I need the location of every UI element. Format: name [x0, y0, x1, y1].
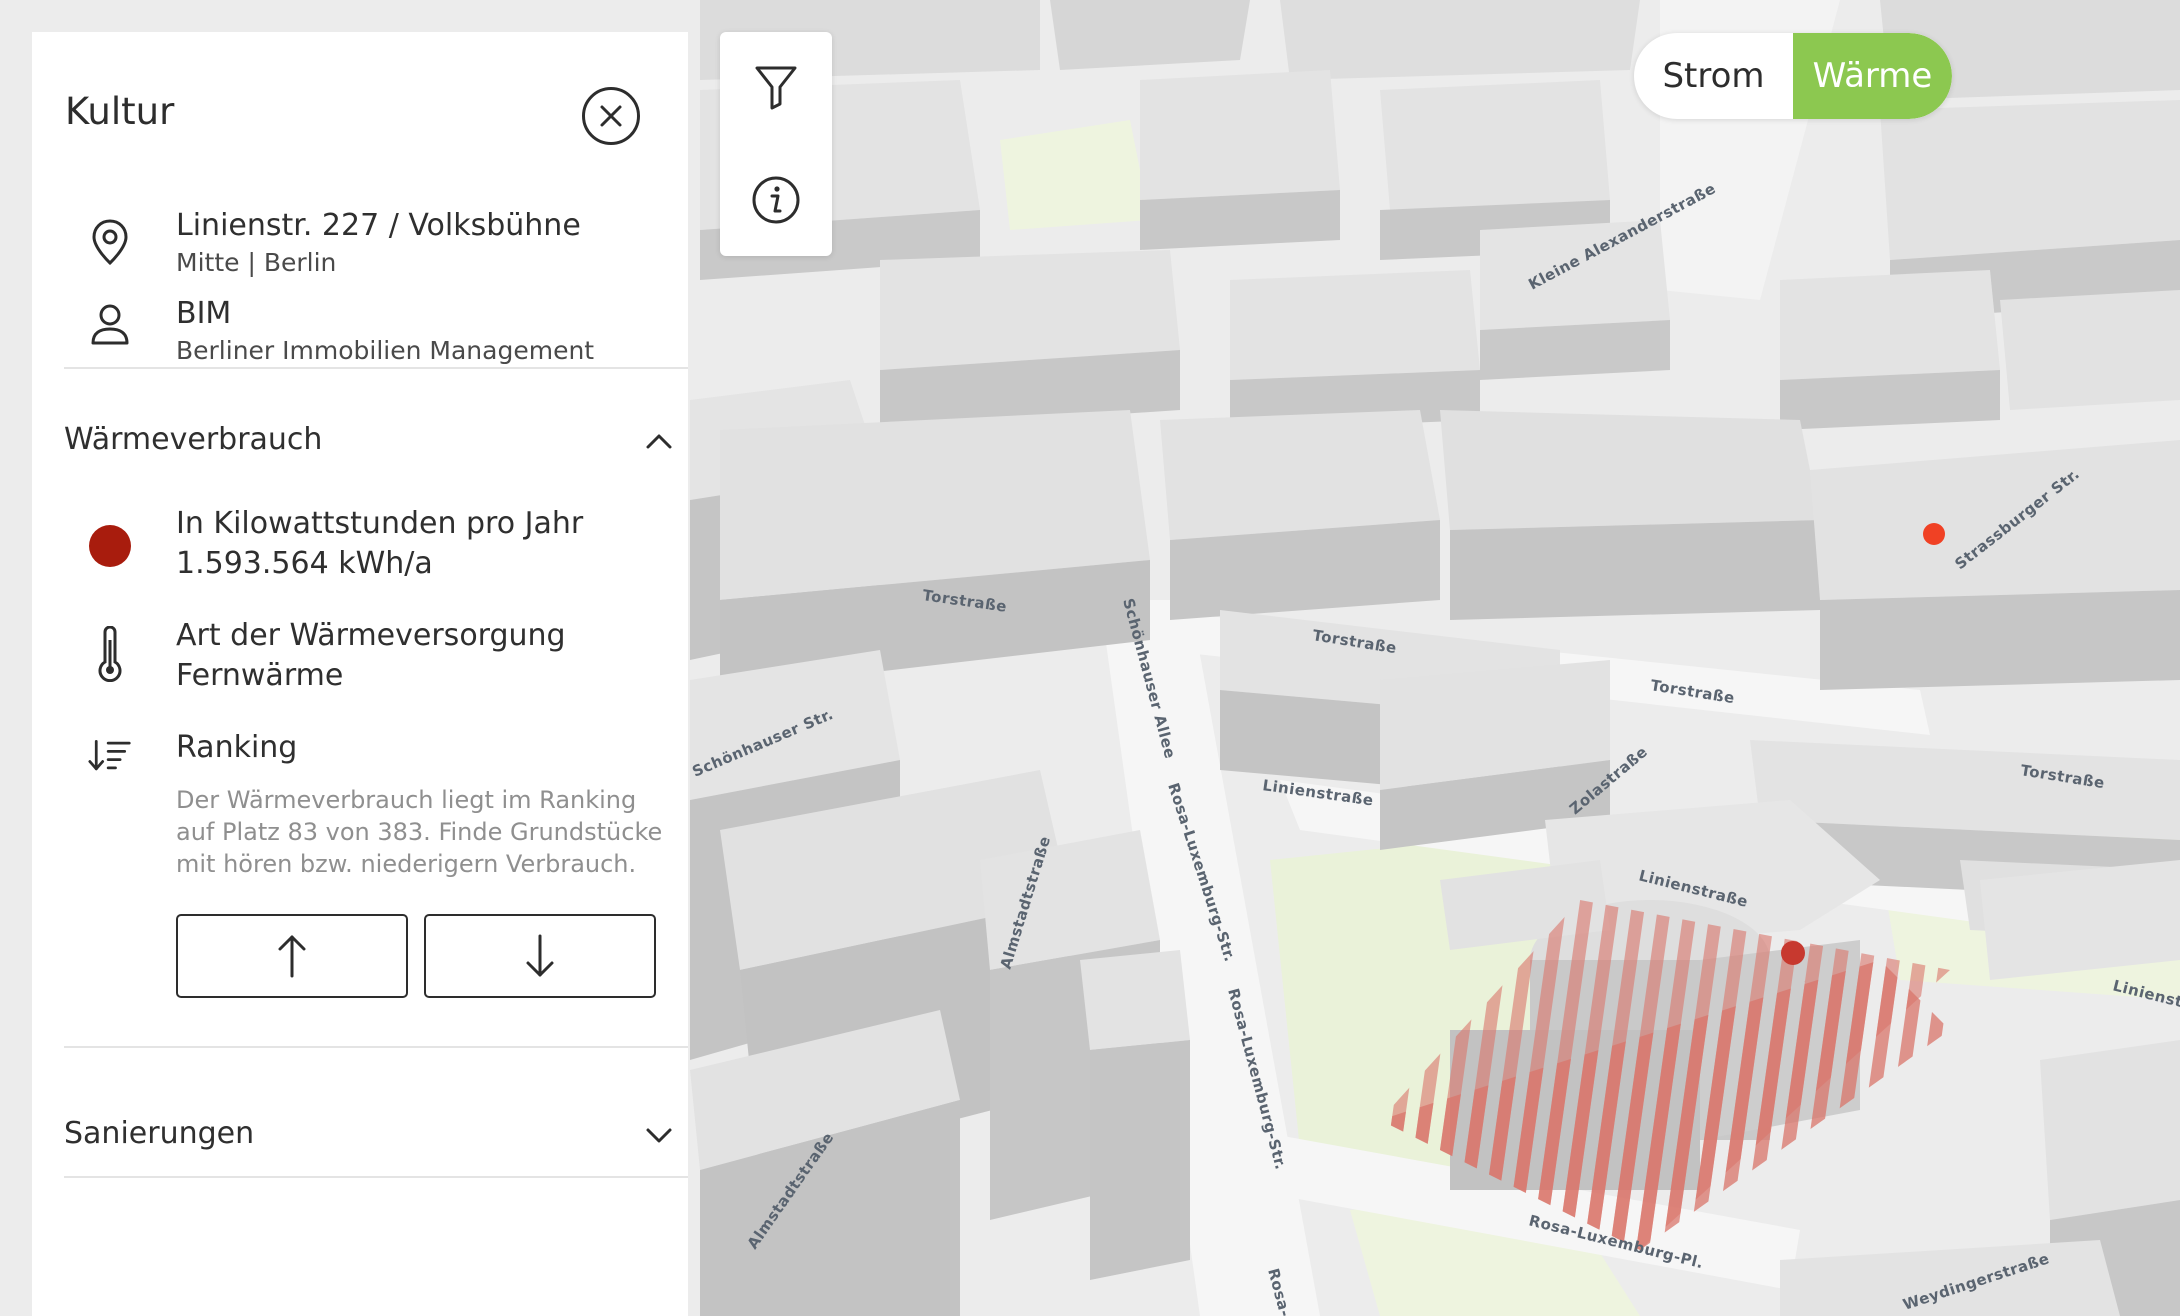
renovation-section-title: Sanierungen	[64, 1116, 255, 1151]
rank-lower-button[interactable]	[424, 914, 656, 998]
ranking-label: Ranking	[176, 730, 298, 765]
owner-row: BIM Berliner Immobilien Management	[32, 264, 688, 365]
person-icon	[88, 300, 132, 348]
toggle-strom[interactable]: Strom	[1634, 33, 1793, 119]
energy-type-toggle: Strom Wärme	[1634, 33, 1952, 119]
consumption-value: 1.593.564 kWh/a	[176, 546, 433, 581]
ranking-row: Ranking Der Wärmeverbrauch liegt im Rank…	[32, 716, 688, 906]
close-button[interactable]	[582, 87, 640, 145]
filter-button[interactable]	[720, 32, 832, 144]
details-panel: Kultur Linienstr. 227 / Volksbühne Mitte…	[32, 32, 688, 1316]
location-pin-icon	[88, 218, 132, 266]
consumption-label: In Kilowattstunden pro Jahr	[176, 506, 584, 541]
map-tools	[720, 32, 832, 256]
owner-short: BIM	[176, 296, 232, 331]
consumption-indicator	[89, 525, 131, 567]
consumption-row: In Kilowattstunden pro Jahr 1.593.564 kW…	[32, 492, 688, 602]
supply-row: Art der Wärmeversorgung Fernwärme	[32, 604, 688, 714]
chevron-up-icon	[646, 434, 672, 449]
thermometer-icon	[88, 626, 132, 682]
info-icon	[752, 176, 800, 224]
selected-map-marker[interactable]	[1781, 941, 1805, 965]
arrow-down-icon	[526, 934, 554, 977]
owner-full: Berliner Immobilien Management	[176, 336, 595, 365]
divider	[64, 1046, 688, 1048]
filter-icon	[755, 66, 797, 110]
heat-section-title: Wärmeverbrauch	[64, 422, 323, 457]
map-marker[interactable]	[1923, 523, 1945, 545]
address-line: Linienstr. 227 / Volksbühne	[176, 208, 581, 243]
supply-label: Art der Wärmeversorgung	[176, 618, 566, 653]
heat-section-toggle[interactable]: Wärmeverbrauch	[64, 410, 688, 470]
renovation-section-toggle[interactable]: Sanierungen	[64, 1104, 688, 1164]
rank-higher-button[interactable]	[176, 914, 408, 998]
ranking-text: Der Wärmeverbrauch liegt im Ranking auf …	[176, 786, 663, 878]
toggle-waerme[interactable]: Wärme	[1793, 33, 1952, 119]
chevron-down-icon	[646, 1128, 672, 1143]
close-icon	[600, 105, 622, 127]
sort-descending-icon	[88, 732, 132, 780]
address-row: Linienstr. 227 / Volksbühne Mitte | Berl…	[32, 176, 688, 277]
divider	[64, 367, 688, 369]
supply-value: Fernwärme	[176, 658, 344, 693]
buildings-far	[700, 0, 2180, 430]
arrow-up-icon	[278, 935, 306, 978]
panel-title: Kultur	[65, 90, 175, 133]
divider	[64, 1176, 688, 1178]
info-button[interactable]	[720, 144, 832, 256]
